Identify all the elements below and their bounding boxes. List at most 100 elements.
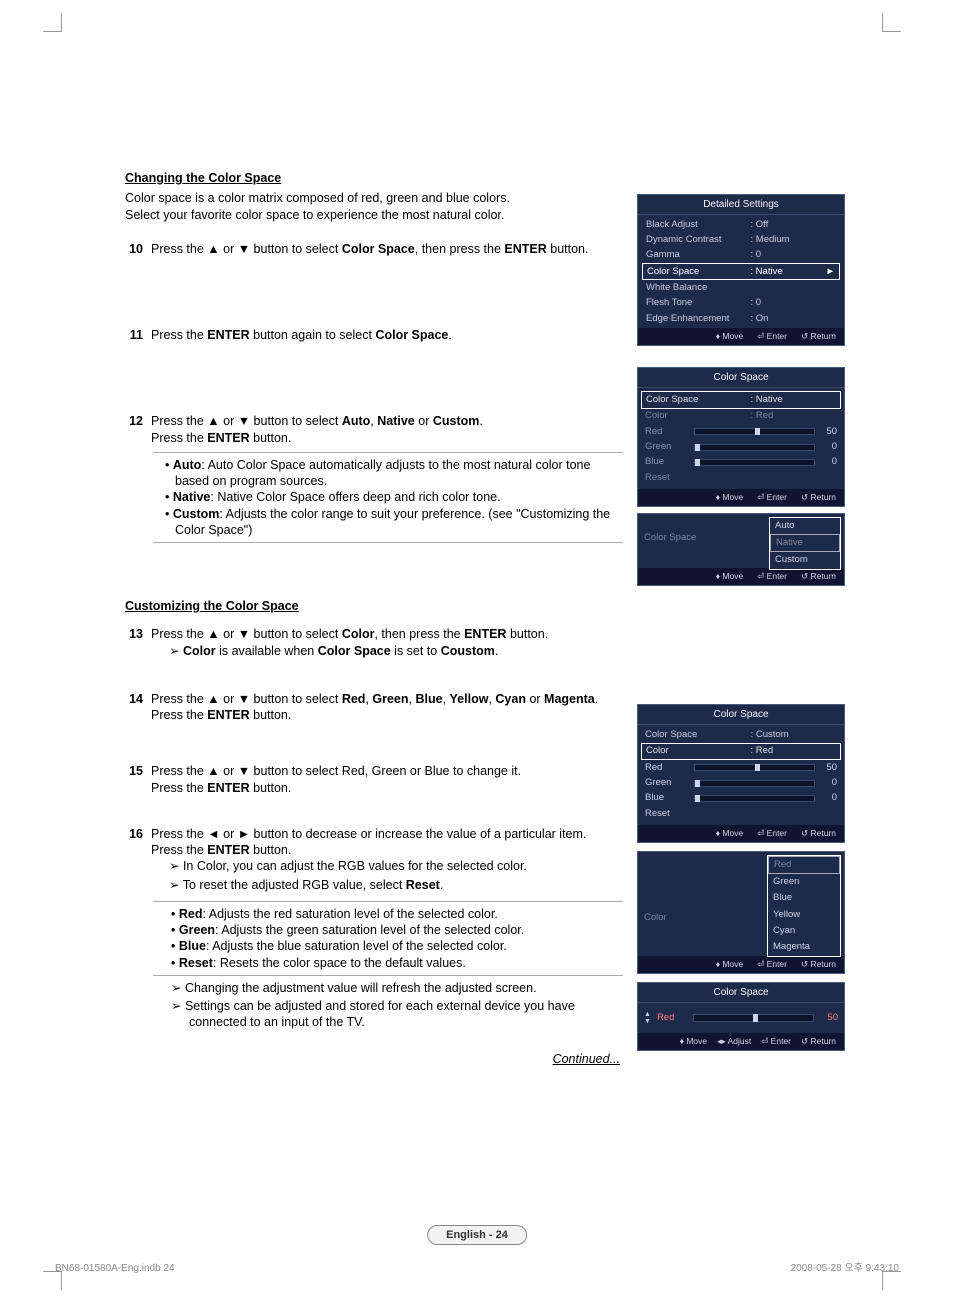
t: Reset [179, 956, 213, 970]
step-15: 15 Press the ▲ or ▼ button to select Red… [125, 763, 620, 796]
section1-heading: Changing the Color Space [125, 170, 620, 186]
hint-move: ♦ Move [716, 828, 744, 839]
note: Settings can be adjusted and stored for … [171, 998, 620, 1031]
t: Color Space [647, 266, 750, 278]
t: Return [810, 828, 836, 838]
t: Adjust [728, 1036, 752, 1046]
slider-knob [695, 459, 700, 466]
t: is available when [216, 644, 318, 658]
step-num: 12 [125, 413, 143, 446]
t: button again to select [250, 328, 376, 342]
t: Move [722, 331, 743, 341]
t: : On [751, 313, 837, 325]
t: Green [179, 923, 215, 937]
osd-footer: ♦ Move ◂▸ Adjust ⏎ Enter ↺ Return [638, 1033, 844, 1050]
t: 0 [819, 777, 837, 789]
t: : Adjusts the color range to suit your p… [175, 507, 610, 537]
t: . [448, 328, 451, 342]
hint-return: ↺ Return [801, 959, 836, 970]
t: . [440, 878, 443, 892]
t: Red [179, 907, 203, 921]
t: Move [722, 959, 743, 969]
t: : Resets the color space to the default … [213, 956, 466, 970]
osd-footer: ♦ Move ⏎ Enter ↺ Return [638, 568, 844, 585]
t: ENTER [504, 242, 546, 256]
popup-option-selected: Native [770, 534, 840, 552]
osd-footer: ♦ Move ⏎ Enter ↺ Return [638, 825, 844, 842]
t: Enter [767, 571, 787, 581]
hint-enter: ⏎ Enter [757, 331, 787, 342]
osd-row: Color: Red [641, 409, 841, 424]
slider-track [694, 444, 815, 451]
osd-side-label: Color Space [644, 532, 696, 544]
slider-red: Red50 [641, 760, 841, 775]
t: Blue [645, 792, 690, 804]
popup-option-selected: Red [768, 856, 840, 874]
hint-move: ♦ Move [716, 571, 744, 582]
hint-return: ↺ Return [801, 492, 836, 503]
hint-adjust: ◂▸ Adjust [717, 1036, 751, 1047]
osd-row: Edge Enhancement: On [642, 311, 840, 326]
t: ENTER [207, 843, 249, 857]
t: is set to [391, 644, 441, 658]
t: Blue [415, 692, 442, 706]
slider-knob [753, 1014, 758, 1022]
slider-red: Red50 [641, 424, 841, 439]
t: Press the [151, 708, 207, 722]
osd-row-selected: Color Space: Native [641, 391, 841, 408]
t: Enter [767, 331, 787, 341]
hint-move: ♦ Move [716, 959, 744, 970]
adjust-row: ▲▼ Red 50 [644, 1011, 838, 1025]
t: Press the ▲ or ▼ button to select [151, 692, 342, 706]
t: Move [722, 828, 743, 838]
hint-return: ↺ Return [801, 828, 836, 839]
hint-enter: ⏎ Enter [761, 1036, 791, 1047]
osd-footer: ♦ Move ⏎ Enter ↺ Return [638, 328, 844, 345]
osd-row: Color Space: Custom [641, 728, 841, 743]
detail-red: • Red: Adjusts the red saturation level … [171, 906, 620, 922]
t: Move [686, 1036, 707, 1046]
detail-green: • Green: Adjusts the green saturation le… [171, 922, 620, 938]
osd-adjust: Color Space ▲▼ Red 50 ♦ Move ◂▸ Adjust ⏎… [637, 982, 845, 1051]
t: . [479, 414, 482, 428]
hint-enter: ⏎ Enter [757, 959, 787, 970]
t: Settings can be adjusted and stored for … [185, 999, 575, 1029]
detail-blue: • Blue: Adjusts the blue saturation leve… [171, 938, 620, 954]
t: ENTER [207, 431, 249, 445]
osd-row: Dynamic Contrast: Medium [642, 232, 840, 247]
t: : Custom [751, 729, 837, 741]
continued-label: Continued... [125, 1051, 620, 1067]
step-12: 12 Press the ▲ or ▼ button to select Aut… [125, 413, 620, 446]
osd-footer: ♦ Move ⏎ Enter ↺ Return [638, 956, 844, 973]
t: Blue [645, 456, 690, 468]
osd-row-selected: Color: Red [641, 743, 841, 760]
t: ENTER [464, 627, 506, 641]
t: Move [722, 571, 743, 581]
osd-side-label: Color [644, 912, 667, 924]
footer-right: 2008-05-28 오후 9:43:10 [791, 1262, 899, 1275]
t: : Auto Color Space automatically adjusts… [175, 458, 590, 488]
page-number-badge: English - 24 [427, 1225, 527, 1245]
divider [153, 542, 623, 543]
t: Press the [151, 328, 207, 342]
t: Reset [645, 808, 751, 820]
t: Green [645, 441, 690, 453]
popup-menu: Auto Native Custom [769, 517, 841, 570]
t: Color [342, 627, 375, 641]
t: Magenta [544, 692, 595, 706]
slider-knob [695, 795, 700, 802]
t: Native [173, 490, 211, 504]
t: : Native [751, 394, 783, 406]
t: : Red [751, 410, 837, 422]
t: 50 [820, 1012, 838, 1024]
t: . [495, 644, 498, 658]
t: Color Space [342, 242, 415, 256]
osd-title: Color Space [638, 983, 844, 1003]
popup-menu: Red Green Blue Yellow Cyan Magenta [767, 855, 841, 957]
t: : Off [751, 219, 837, 231]
t: button. [250, 708, 292, 722]
t: : Native [750, 266, 825, 278]
osd-color-popup: Color Red Green Blue Yellow Cyan Magenta… [637, 851, 845, 974]
step-body: Press the ENTER button again to select C… [151, 327, 620, 343]
step-num: 14 [125, 691, 143, 724]
